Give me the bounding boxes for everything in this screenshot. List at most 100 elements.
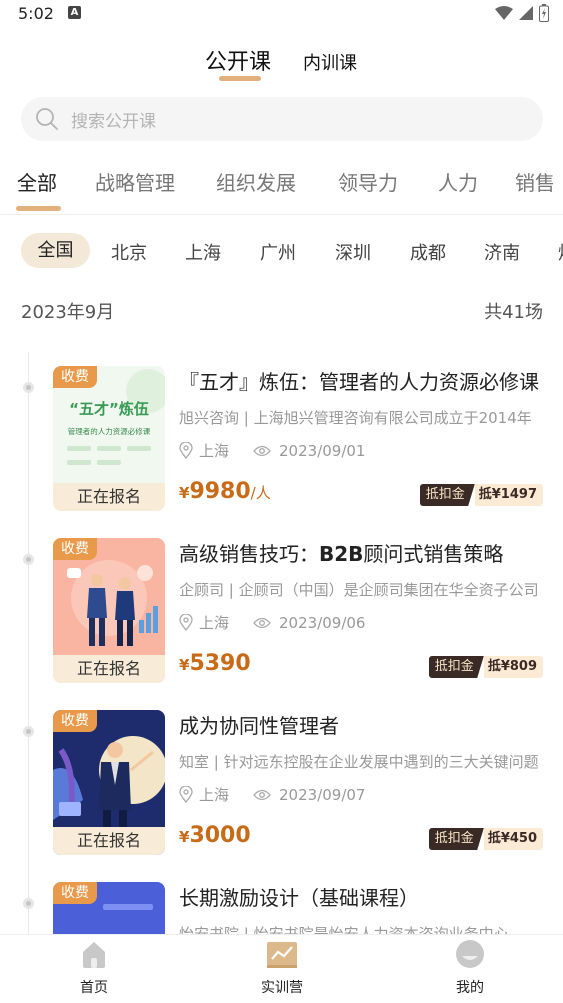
nav-camp-label: 实训营 <box>261 980 303 996</box>
deduction-label: 抵扣金 <box>428 656 484 678</box>
course-thumbnail[interactable]: 收费 正在报名 <box>53 710 165 855</box>
course-thumbnail[interactable]: “五才”炼伍 管理者的人力资源必修课 收费 正在报名 <box>53 366 165 511</box>
month-header: 2023年9月 共41场 <box>21 298 543 324</box>
deduction-value: 抵¥1497 <box>474 484 543 506</box>
course-title-rest: 顾问式销售策略 <box>363 542 504 566</box>
nav-mine-label: 我的 <box>456 980 484 996</box>
notification-icon: A <box>68 6 81 19</box>
category-tab-strategy[interactable]: 战略管理 <box>95 167 175 196</box>
registration-status: 正在报名 <box>53 655 165 683</box>
course-subtitle: 怡安书院 | 怡安书院是怡安人力资本咨询业务中心 <box>179 925 509 934</box>
tab-public-course[interactable]: 公开课 <box>205 44 271 76</box>
location-icon <box>179 614 193 631</box>
status-bar: 5:02 A <box>0 0 563 28</box>
course-subtitle: 企顾司 | 企顾司（中国）是企顾司集团在华全资子公司 <box>179 581 539 599</box>
search-placeholder: 搜索公开课 <box>71 112 156 132</box>
category-tab-leadership[interactable]: 领导力 <box>338 167 398 196</box>
course-card[interactable]: 收费 长期激励设计（基础课程） 怡安书院 | 怡安书院是怡安人力资本咨询业务中心 <box>0 882 563 934</box>
timeline-dot <box>23 726 34 737</box>
deduction-label: 抵扣金 <box>428 828 484 850</box>
eye-icon <box>253 789 271 800</box>
course-title-bold: B2B <box>319 542 364 566</box>
timeline-dot <box>23 898 34 909</box>
registration-status: 正在报名 <box>53 483 165 511</box>
tab-active-indicator <box>219 76 261 81</box>
course-location: 上海 <box>199 442 230 460</box>
city-chip-chengdu[interactable]: 成都 <box>410 239 446 265</box>
course-subtitle: 知室 | 针对远东控股在企业发展中遇到的三大关键问题 <box>179 753 539 771</box>
course-title[interactable]: 『五才』炼伍：管理者的人力资源必修课 <box>179 366 539 395</box>
city-chip-jinan[interactable]: 济南 <box>484 239 520 265</box>
course-thumbnail[interactable]: 收费 正在报名 <box>53 538 165 683</box>
location-icon <box>179 442 193 459</box>
course-card[interactable]: 收费 正在报名 成为协同性管理者 知室 | 针对远东控股在企业发展中遇到的三大关… <box>0 710 563 860</box>
course-meta: 上海 2023/09/07 <box>179 784 365 805</box>
course-location: 上海 <box>199 614 230 632</box>
top-tabs: 公开课 内训课 <box>0 42 563 86</box>
deduction-value: 抵¥809 <box>483 656 543 678</box>
tab-internal-course[interactable]: 内训课 <box>303 49 357 75</box>
city-chip-guangzhou[interactable]: 广州 <box>260 239 296 265</box>
course-subtitle: 旭兴咨询 | 上海旭兴管理咨询有限公司成立于2014年 <box>179 409 532 427</box>
city-chip-shanghai[interactable]: 上海 <box>185 239 221 265</box>
price-unit: /人 <box>250 484 271 502</box>
course-title[interactable]: 长期激励设计（基础课程） <box>179 882 539 911</box>
category-active-indicator <box>16 206 61 211</box>
profile-icon <box>456 940 484 968</box>
battery-icon <box>539 4 549 22</box>
course-price: ¥3000 <box>179 823 251 848</box>
course-price: ¥5390 <box>179 651 251 676</box>
course-price: ¥9980/人 <box>179 479 271 504</box>
course-title[interactable]: 高级销售技巧：B2B顾问式销售策略 <box>179 538 539 567</box>
category-tab-sales[interactable]: 销售 <box>515 167 555 196</box>
city-chip-all[interactable]: 全国 <box>21 233 90 268</box>
status-icons <box>495 4 549 22</box>
course-date: 2023/09/07 <box>279 785 366 804</box>
registration-status: 正在报名 <box>53 827 165 855</box>
category-tab-org[interactable]: 组织发展 <box>216 167 296 196</box>
category-tab-all[interactable]: 全部 <box>17 167 57 196</box>
price-value: 3000 <box>189 823 251 848</box>
thumbnail-subtitle: 管理者的人力资源必修课 <box>68 426 151 436</box>
deduction-label: 抵扣金 <box>419 484 475 506</box>
session-count: 共41场 <box>484 302 543 323</box>
month-label: 2023年9月 <box>21 302 115 323</box>
fee-badge: 收费 <box>53 710 97 732</box>
wifi-icon <box>495 6 513 20</box>
signal-icon <box>519 6 533 20</box>
nav-camp[interactable]: 实训营 <box>242 939 322 997</box>
location-icon <box>179 786 193 803</box>
course-date: 2023/09/06 <box>279 613 366 632</box>
city-chip-more[interactable]: 烟 <box>558 239 563 265</box>
category-tabs: 全部 战略管理 组织发展 领导力 人力 销售 <box>0 160 563 215</box>
bottom-nav: 首页 实训营 我的 <box>0 934 563 1003</box>
home-icon <box>83 942 105 968</box>
eye-icon <box>253 617 271 628</box>
course-meta: 上海 2023/09/06 <box>179 612 365 633</box>
fee-badge: 收费 <box>53 538 97 560</box>
course-thumbnail[interactable]: 收费 <box>53 882 165 934</box>
timeline-dot <box>23 554 34 565</box>
nav-home[interactable]: 首页 <box>54 939 134 997</box>
fee-badge: 收费 <box>53 882 97 904</box>
course-location: 上海 <box>199 786 230 804</box>
eye-icon <box>253 445 271 456</box>
deduction-badge: 抵扣金 抵¥1497 <box>419 484 543 506</box>
course-card[interactable]: “五才”炼伍 管理者的人力资源必修课 收费 正在报名 『五才』炼伍：管理者的人力… <box>0 366 563 516</box>
city-filter: 全国 北京 上海 广州 深圳 成都 济南 烟 <box>0 233 563 269</box>
deduction-value: 抵¥450 <box>483 828 543 850</box>
price-symbol: ¥ <box>179 656 190 674</box>
city-chip-shenzhen[interactable]: 深圳 <box>335 239 371 265</box>
price-symbol: ¥ <box>179 484 190 502</box>
search-input[interactable]: 搜索公开课 <box>21 97 543 141</box>
city-chip-beijing[interactable]: 北京 <box>111 239 147 265</box>
course-title[interactable]: 成为协同性管理者 <box>179 710 539 739</box>
nav-mine[interactable]: 我的 <box>430 939 510 997</box>
price-value: 5390 <box>189 651 251 676</box>
category-tab-hr[interactable]: 人力 <box>438 167 478 196</box>
deduction-badge: 抵扣金 抵¥450 <box>428 828 543 850</box>
thumbnail-title: “五才”炼伍 <box>69 400 149 418</box>
price-value: 9980 <box>189 479 251 504</box>
course-date: 2023/09/01 <box>279 441 366 460</box>
course-card[interactable]: 收费 正在报名 高级销售技巧：B2B顾问式销售策略 企顾司 | 企顾司（中国）是… <box>0 538 563 688</box>
